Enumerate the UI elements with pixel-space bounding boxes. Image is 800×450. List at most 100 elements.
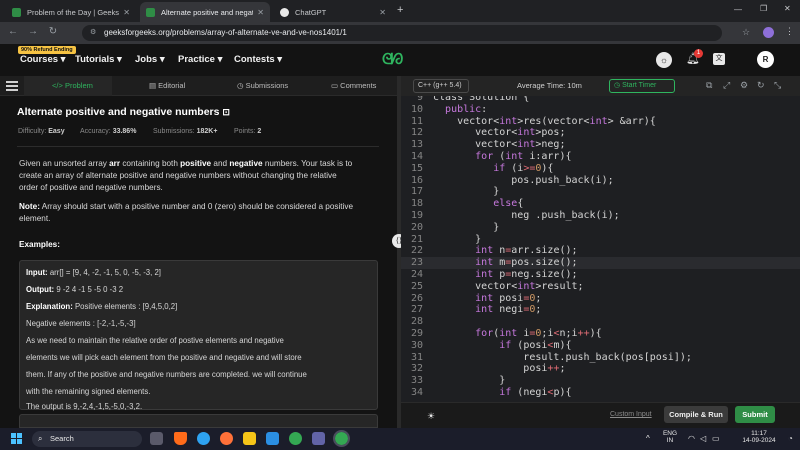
- edge-icon[interactable]: [197, 432, 210, 445]
- fullscreen-icon[interactable]: ⤢: [723, 80, 730, 91]
- site-info-icon[interactable]: ⚙: [90, 28, 96, 36]
- language-select[interactable]: C++ (g++ 5.4): [413, 79, 469, 93]
- notifications-icon[interactable]: ◔: [788, 434, 793, 443]
- code-line[interactable]: 11 vector<int>res(vector<int> &arr){: [401, 116, 800, 128]
- wifi-icon[interactable]: ◠: [688, 434, 695, 443]
- code-line[interactable]: 31 result.push_back(pos[posi]);: [401, 352, 800, 364]
- code-line[interactable]: 25 vector<int>result;: [401, 281, 800, 293]
- browser-tab-strip: Problem of the Day | GeeksforG ✕ Alterna…: [0, 0, 800, 22]
- compile-run-button[interactable]: Compile & Run: [664, 406, 728, 423]
- brave-icon[interactable]: [174, 432, 187, 445]
- output-value: 9 -2 4 -1 5 -5 0 -3 2: [54, 285, 124, 294]
- menu-label: Tutorials: [75, 54, 115, 65]
- tray-chevron-icon[interactable]: ^: [646, 434, 650, 443]
- code-area[interactable]: 9 class Solution {10 public: 11 vector<int…: [401, 96, 800, 402]
- tab-problem[interactable]: </> Problem: [52, 81, 93, 90]
- clock[interactable]: 11:17 14-09-2024: [736, 430, 782, 444]
- profile-icon[interactable]: [763, 27, 774, 38]
- start-timer-button[interactable]: ◷ Start Timer: [609, 79, 675, 93]
- translate-icon[interactable]: 文: [713, 53, 725, 65]
- menu-jobs[interactable]: Jobs ▾: [135, 54, 165, 65]
- input-language[interactable]: ENG IN: [660, 430, 680, 444]
- menu-courses[interactable]: Courses ▾: [20, 54, 65, 65]
- tab-problem-of-the-day[interactable]: Problem of the Day | GeeksforG ✕: [6, 2, 136, 22]
- maximize-icon[interactable]: ❐: [760, 4, 767, 13]
- settings-icon[interactable]: ⚙: [740, 80, 748, 91]
- line-number: 32: [410, 363, 423, 375]
- star-icon[interactable]: ☆: [742, 27, 750, 38]
- url-field[interactable]: geeksforgeeks.org/problems/array-of-alte…: [82, 25, 722, 41]
- code-line[interactable]: 14 for (int i:arr){: [401, 151, 800, 163]
- menu-contests[interactable]: Contests ▾: [234, 54, 282, 65]
- copy-icon[interactable]: ⧉: [706, 80, 712, 91]
- menu-label: Jobs: [135, 54, 158, 65]
- tab-editorial[interactable]: ▤ Editorial: [149, 81, 185, 90]
- close-icon[interactable]: ✕: [379, 8, 386, 17]
- menu-practice[interactable]: Practice ▾: [178, 54, 222, 65]
- code-line[interactable]: 26 int posi=0;: [401, 293, 800, 305]
- code-line[interactable]: 27 int negi=0;: [401, 304, 800, 316]
- tab-alternate-positive[interactable]: Alternate positive and negative ✕: [140, 2, 270, 22]
- tab-label: Submissions: [245, 81, 289, 90]
- firefox-icon[interactable]: [220, 432, 233, 445]
- task-view-icon[interactable]: [150, 432, 163, 445]
- code-line[interactable]: 34 if (negi<p){: [401, 387, 800, 399]
- back-arrow-icon[interactable]: ←: [6, 26, 20, 37]
- hamburger-menu-icon[interactable]: [6, 80, 18, 92]
- desc-text: and: [211, 159, 230, 168]
- code-line[interactable]: 21 }: [401, 234, 800, 246]
- code-line[interactable]: 15 if (i>=0){: [401, 163, 800, 175]
- code-line[interactable]: 16 pos.push_back(i);: [401, 175, 800, 187]
- code-line[interactable]: 29 for(int i=0;i<n;i++){: [401, 328, 800, 340]
- close-icon[interactable]: ✕: [123, 8, 130, 17]
- points: Points: 2: [234, 128, 261, 135]
- custom-input-link[interactable]: Custom Input: [610, 411, 652, 418]
- battery-icon[interactable]: ▭: [712, 434, 720, 443]
- code-line[interactable]: 28: [401, 316, 800, 328]
- tab-comments[interactable]: ▭ Comments: [331, 81, 376, 90]
- lightbulb-icon[interactable]: ☀: [424, 409, 438, 423]
- code-line[interactable]: 20 }: [401, 222, 800, 234]
- window-close-icon[interactable]: ✕: [784, 4, 791, 13]
- code-line[interactable]: 18 else{: [401, 198, 800, 210]
- code-line[interactable]: 22 int n=arr.size();: [401, 245, 800, 257]
- minimize-icon[interactable]: —: [734, 5, 742, 14]
- code-line[interactable]: 13 vector<int>neg;: [401, 139, 800, 151]
- theme-toggle-icon[interactable]: ☼: [656, 52, 672, 68]
- tab-submissions[interactable]: ◷ Submissions: [237, 81, 288, 90]
- kebab-menu-icon[interactable]: ⋮: [785, 26, 794, 37]
- vscode-icon[interactable]: [266, 432, 279, 445]
- new-tab-button[interactable]: +: [397, 4, 403, 16]
- chrome-active-icon[interactable]: [333, 430, 350, 447]
- code-line[interactable]: 32 posi++;: [401, 363, 800, 375]
- gfg-favicon-icon: [146, 7, 155, 17]
- code-line[interactable]: 19 neg .push_back(i);: [401, 210, 800, 222]
- reset-icon[interactable]: ↻: [757, 80, 765, 91]
- expand-icon[interactable]: ⤡: [774, 80, 781, 91]
- note-text: element.: [19, 214, 51, 223]
- code-line[interactable]: 24 int p=neg.size();: [401, 269, 800, 281]
- bookmark-icon[interactable]: ⊡: [222, 107, 230, 117]
- teams-icon[interactable]: [312, 432, 325, 445]
- code-line[interactable]: 23 int m=pos.size();: [401, 257, 800, 270]
- gfg-favicon-icon: [12, 7, 21, 17]
- code-line[interactable]: 10 public:: [401, 104, 800, 116]
- forward-arrow-icon[interactable]: →: [26, 26, 40, 37]
- gfg-logo[interactable]: ᘓᘗ: [382, 50, 403, 68]
- windows-start-icon[interactable]: [11, 433, 23, 445]
- submit-button[interactable]: Submit: [735, 406, 775, 423]
- code-line[interactable]: 33 }: [401, 375, 800, 387]
- file-explorer-icon[interactable]: [243, 432, 256, 445]
- volume-icon[interactable]: ◁: [700, 434, 706, 443]
- code-line[interactable]: 9 class Solution {: [401, 96, 800, 104]
- code-line[interactable]: 12 vector<int>pos;: [401, 127, 800, 139]
- avatar[interactable]: R: [757, 51, 774, 68]
- code-line[interactable]: 17 }: [401, 186, 800, 198]
- tab-chatgpt[interactable]: ChatGPT ✕: [274, 2, 392, 22]
- chrome-icon[interactable]: [289, 432, 302, 445]
- close-icon[interactable]: ✕: [257, 8, 264, 17]
- code-line[interactable]: 30 if (posi<m){: [401, 340, 800, 352]
- menu-tutorials[interactable]: Tutorials ▾: [75, 54, 122, 65]
- taskbar-search[interactable]: Search: [32, 431, 142, 447]
- reload-icon[interactable]: ↻: [46, 26, 60, 37]
